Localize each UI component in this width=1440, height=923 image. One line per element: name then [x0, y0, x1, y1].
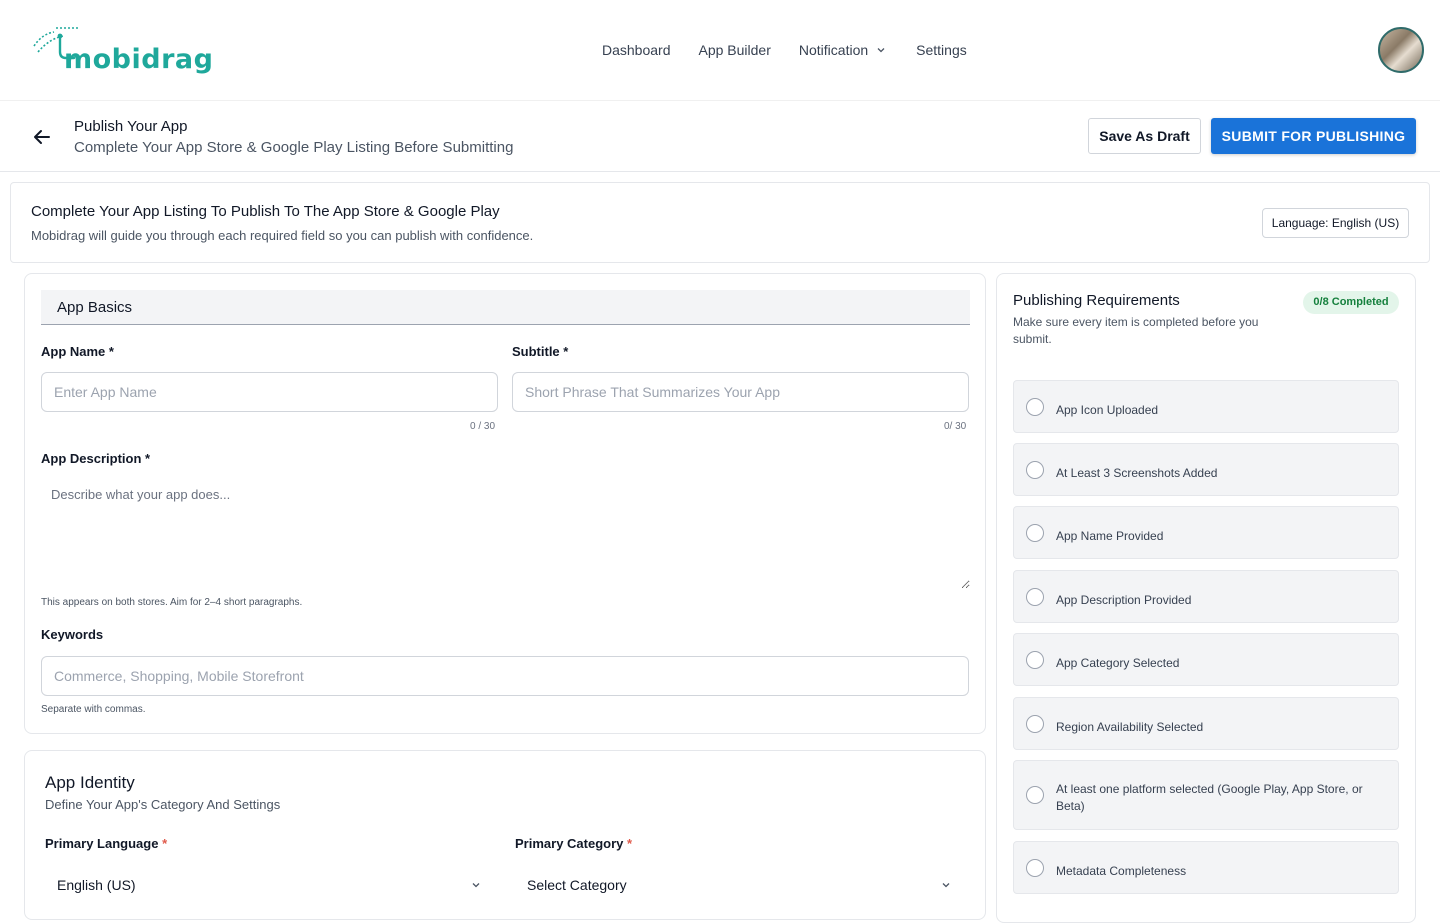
subtitle-counter: 0/ 30 — [944, 421, 967, 432]
app-name-label: App Name * — [41, 344, 114, 359]
requirement-label: Metadata Completeness — [1056, 864, 1187, 878]
app-name-input[interactable] — [41, 372, 498, 412]
primary-language-label-text: Primary Language — [45, 836, 159, 851]
primary-category-label-text: Primary Category — [515, 836, 624, 851]
requirement-radio[interactable] — [1026, 859, 1044, 877]
requirement-item[interactable]: App Icon Uploaded — [1013, 380, 1399, 433]
app-identity-heading: App Identity — [45, 773, 135, 792]
completion-badge: 0/8 Completed — [1303, 291, 1399, 314]
requirement-item[interactable]: Region Availability Selected — [1013, 697, 1399, 750]
requirement-label: App Icon Uploaded — [1056, 403, 1159, 417]
nav-dashboard[interactable]: Dashboard — [602, 42, 671, 58]
requirement-radio[interactable] — [1026, 398, 1044, 416]
language-selector-button[interactable]: Language: English (US) — [1262, 208, 1409, 238]
listing-banner: Complete Your App Listing To Publish To … — [10, 182, 1430, 263]
requirement-radio[interactable] — [1026, 786, 1044, 804]
requirement-radio[interactable] — [1026, 461, 1044, 479]
app-basics-card: App Basics App Name * 0 / 30 Subtitle * … — [24, 273, 986, 734]
required-asterisk: * — [162, 836, 168, 851]
primary-category-label: Primary Category * — [515, 836, 632, 851]
primary-category-select[interactable]: Select Category — [515, 865, 955, 905]
keywords-helper-text: Separate with commas. — [41, 704, 146, 715]
main-nav: Dashboard App Builder Notification Setti… — [602, 42, 967, 58]
banner-title: Complete Your App Listing To Publish To … — [31, 203, 500, 220]
requirement-label: App Description Provided — [1056, 593, 1192, 607]
submit-for-publishing-button[interactable]: SUBMIT FOR PUBLISHING — [1211, 118, 1416, 154]
requirement-item[interactable]: At least one platform selected (Google P… — [1013, 760, 1399, 830]
chevron-down-icon — [472, 883, 480, 888]
requirement-radio[interactable] — [1026, 524, 1044, 542]
chevron-down-icon — [877, 48, 885, 53]
banner-subtitle: Mobidrag will guide you through each req… — [31, 228, 534, 243]
requirements-title: Publishing Requirements — [1013, 292, 1180, 309]
nav-settings[interactable]: Settings — [916, 42, 967, 58]
mobidrag-logo[interactable]: mobidrag — [30, 24, 213, 78]
subtitle-input[interactable] — [512, 372, 969, 412]
keywords-label: Keywords — [41, 627, 104, 642]
primary-category-value: Select Category — [527, 877, 627, 893]
brand-name: mobidrag — [64, 44, 214, 75]
user-avatar[interactable] — [1378, 27, 1424, 73]
subtitle-label: Subtitle * — [512, 344, 569, 359]
back-arrow-icon[interactable] — [32, 127, 52, 147]
requirement-item[interactable]: App Name Provided — [1013, 506, 1399, 559]
app-name-counter: 0 / 30 — [470, 421, 496, 432]
page-title: Publish Your App — [74, 118, 188, 135]
requirements-subtitle: Make sure every item is completed before… — [1013, 315, 1259, 346]
app-basics-heading: App Basics — [41, 290, 970, 325]
keywords-input[interactable] — [41, 656, 969, 696]
requirement-radio[interactable] — [1026, 588, 1044, 606]
requirement-item[interactable]: Metadata Completeness — [1013, 841, 1399, 894]
nav-app-builder[interactable]: App Builder — [699, 42, 771, 58]
description-helper-text: This appears on both stores. Aim for 2–4… — [41, 597, 303, 608]
chevron-down-icon — [942, 883, 950, 888]
requirement-label: App Name Provided — [1056, 529, 1164, 543]
requirement-label: At Least 3 Screenshots Added — [1056, 466, 1218, 480]
primary-language-select[interactable]: English (US) — [45, 865, 485, 905]
nav-notification-label: Notification — [798, 42, 869, 58]
primary-language-value: English (US) — [57, 877, 136, 893]
requirement-label: Region Availability Selected — [1056, 720, 1204, 734]
requirement-item[interactable]: App Category Selected — [1013, 633, 1399, 686]
app-identity-card: App Identity Define Your App's Category … — [24, 750, 986, 920]
requirement-radio[interactable] — [1026, 651, 1044, 669]
page-subtitle: Complete Your App Store & Google Play Li… — [74, 139, 514, 156]
app-description-textarea[interactable] — [41, 479, 970, 589]
requirement-label: At least one platform selected (Google P… — [1056, 782, 1363, 813]
requirement-item[interactable]: At Least 3 Screenshots Added — [1013, 443, 1399, 496]
requirement-item[interactable]: App Description Provided — [1013, 570, 1399, 623]
app-description-label: App Description * — [41, 451, 151, 466]
primary-language-label: Primary Language * — [45, 836, 167, 851]
nav-notification[interactable]: Notification — [799, 42, 886, 58]
requirement-label: App Category Selected — [1056, 656, 1180, 670]
app-identity-subheading: Define Your App's Category And Settings — [45, 797, 281, 812]
requirement-radio[interactable] — [1026, 715, 1044, 733]
required-asterisk: * — [627, 836, 633, 851]
publishing-requirements-card: Publishing Requirements Make sure every … — [996, 273, 1416, 923]
save-as-draft-button[interactable]: Save As Draft — [1088, 118, 1201, 154]
top-navbar: mobidrag Dashboard App Builder Notificat… — [0, 0, 1440, 101]
